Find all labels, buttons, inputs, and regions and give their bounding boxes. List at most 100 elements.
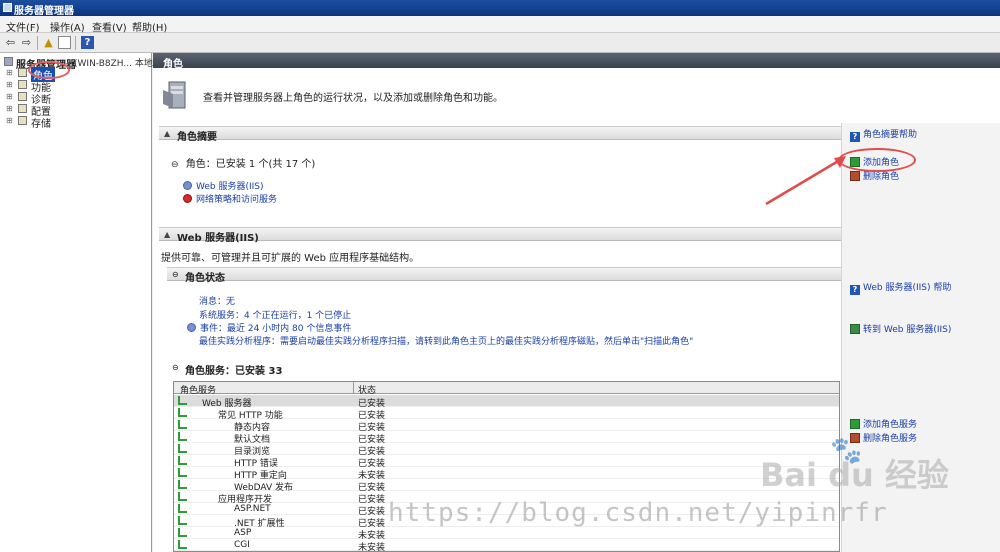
remove-roles-icon [850,171,860,181]
toolbar-separator [37,36,38,50]
tree-item-diagnostics[interactable]: ⊞ 诊断 [0,91,152,106]
forward-arrow-icon[interactable]: ⇨ [20,36,33,49]
navigation-tree: 服务器管理器 (WIN-B8ZH... 本地) ⊞ 角色 ⊞ 功能 ⊞ 诊断 ⊞… [0,53,156,552]
toolbar-separator [75,36,76,50]
collapse-chevron-icon[interactable]: ⊖ [172,270,179,279]
installed-check-icon [178,492,187,501]
table-row[interactable]: Web 服务器 已安装 [174,395,839,409]
add-role-services-icon [850,419,860,429]
server-manager-app-icon [3,3,12,12]
table-row[interactable]: CGI 未安装 [174,539,839,551]
web-server-description: 提供可靠、可管理并且可扩展的 Web 应用程序基础结构。 [161,253,420,264]
collapse-chevron-icon[interactable]: ▲ [164,129,170,138]
status-system-services[interactable]: 系统服务：4 个正在运行，1 个已停止 [199,308,351,321]
role-service-status: 未安装 [358,543,386,552]
menu-file[interactable]: 文件(F) [6,19,40,34]
expand-icon[interactable]: ⊞ [6,68,13,77]
expand-icon[interactable]: ⊞ [6,116,13,125]
toolbar: ⇦ ⇨ ▲ ? [0,33,1000,53]
csdn-watermark-url: https://blog.csdn.net/yipinrfr [388,498,888,528]
help-icon[interactable]: ? [81,36,94,49]
table-row[interactable]: 常见 HTTP 功能 已安装 [174,407,839,421]
table-row[interactable]: WebDAV 发布 已安装 [174,479,839,493]
web-server-help-link[interactable]: ? Web 服务器(IIS) 帮助 [850,280,951,295]
goto-server-icon [850,324,860,334]
table-row[interactable]: 静态内容 已安装 [174,419,839,433]
role-item-network-policy[interactable]: 网络策略和访问服务 [183,192,277,205]
status-messages: 消息：无 [199,297,236,307]
section-title: 角色服务：已安装 33 [185,366,283,377]
menu-view[interactable]: 查看(V) [92,19,127,34]
role-service-name: ASP.NET [234,504,271,514]
table-row[interactable]: 目录浏览 已安装 [174,443,839,457]
intro-text: 查看并管理服务器上角色的运行状况，以及添加或删除角色和功能。 [203,93,503,104]
role-services-header[interactable]: ⊖ 角色服务：已安装 33 [167,361,841,377]
installed-check-icon [178,444,187,453]
installed-check-icon [178,396,187,405]
table-row[interactable]: HTTP 重定向 未安装 [174,467,839,481]
up-folder-icon[interactable]: ▲ [42,36,55,49]
status-bpa[interactable]: 最佳实践分析程序：需要启动最佳实践分析程序扫描，请转到此角色主页上的最佳实践分析… [199,334,693,347]
back-arrow-icon[interactable]: ⇦ [4,36,17,49]
section-title: 角色状态 [185,273,225,284]
annotation-ellipse-roles [28,61,70,79]
menu-help[interactable]: 帮助(H) [132,19,167,34]
show-hide-tree-icon[interactable] [58,36,71,49]
installed-check-icon [178,480,187,489]
installed-check-icon [178,540,187,549]
goto-web-server-link[interactable]: 转到 Web 服务器(IIS) [850,322,951,335]
page-title: 角色 [153,53,1000,70]
installed-check-icon [178,468,187,477]
role-service-name: CGI [234,540,250,550]
table-row[interactable]: ASP 未安装 [174,527,839,541]
expand-icon[interactable]: ⊞ [6,104,13,113]
expand-icon[interactable]: ⊞ [6,92,13,101]
installed-check-icon [178,516,187,525]
role-item-web-server[interactable]: Web 服务器(IIS) [183,179,264,192]
baidu-watermark-logo: 🐾 Bai du 经验 [760,436,949,494]
installed-check-icon [178,408,187,417]
web-server-section-header[interactable]: ▲ Web 服务器(IIS) [159,227,841,244]
info-icon [187,323,196,332]
tree-item-features[interactable]: ⊞ 功能 [0,79,152,94]
installed-check-icon [178,432,187,441]
add-role-services-link[interactable]: 添加角色服务 [850,417,917,430]
server-manager-icon [4,57,13,66]
installed-check-icon [178,528,187,537]
installed-check-icon [178,456,187,465]
configuration-icon [18,104,27,113]
window-titlebar: 服务器管理器 [0,0,1000,17]
roles-summary-section-header[interactable]: ▲ 角色摘要 [159,126,841,143]
tree-item-storage[interactable]: ⊞ 存储 [0,115,152,130]
collapse-toggle-icon[interactable]: ⊖ [171,160,179,170]
menubar: 文件(F) 操作(A) 查看(V) 帮助(H) [0,16,1000,34]
menu-action[interactable]: 操作(A) [50,19,85,34]
tree-item-roles[interactable]: ⊞ 角色 [0,67,152,82]
installed-check-icon [178,504,187,513]
role-status-header[interactable]: ⊖ 角色状态 [167,267,841,284]
column-divider [353,382,354,394]
installed-check-icon [178,420,187,429]
paw-icon: 🐾 [830,436,863,466]
collapse-chevron-icon[interactable]: ⊖ [172,363,179,372]
server-roles-icon [163,81,186,109]
status-events[interactable]: 事件：最近 24 小时内 80 个信息事件 [187,321,351,334]
section-title: 角色摘要 [177,132,217,143]
features-icon [18,80,27,89]
collapse-chevron-icon[interactable]: ▲ [164,230,170,239]
section-title: Web 服务器(IIS) [177,233,259,244]
annotation-arrow [765,156,846,206]
help-book-icon: ? [850,285,860,295]
tree-item-label: 存储 [31,119,51,130]
error-icon [183,194,192,203]
tree-item-configuration[interactable]: ⊞ 配置 [0,103,152,118]
diagnostics-icon [18,92,27,101]
storage-icon [18,116,27,125]
table-header: 角色服务 状态 [174,382,839,396]
roles-icon [18,68,27,77]
roles-summary-help-link[interactable]: ? 角色摘要帮助 [850,127,917,142]
roles-count[interactable]: ⊖ 角色：已安装 1 个(共 17 个) [171,155,315,170]
table-row[interactable]: 默认文档 已安装 [174,431,839,445]
table-row[interactable]: HTTP 错误 已安装 [174,455,839,469]
expand-icon[interactable]: ⊞ [6,80,13,89]
